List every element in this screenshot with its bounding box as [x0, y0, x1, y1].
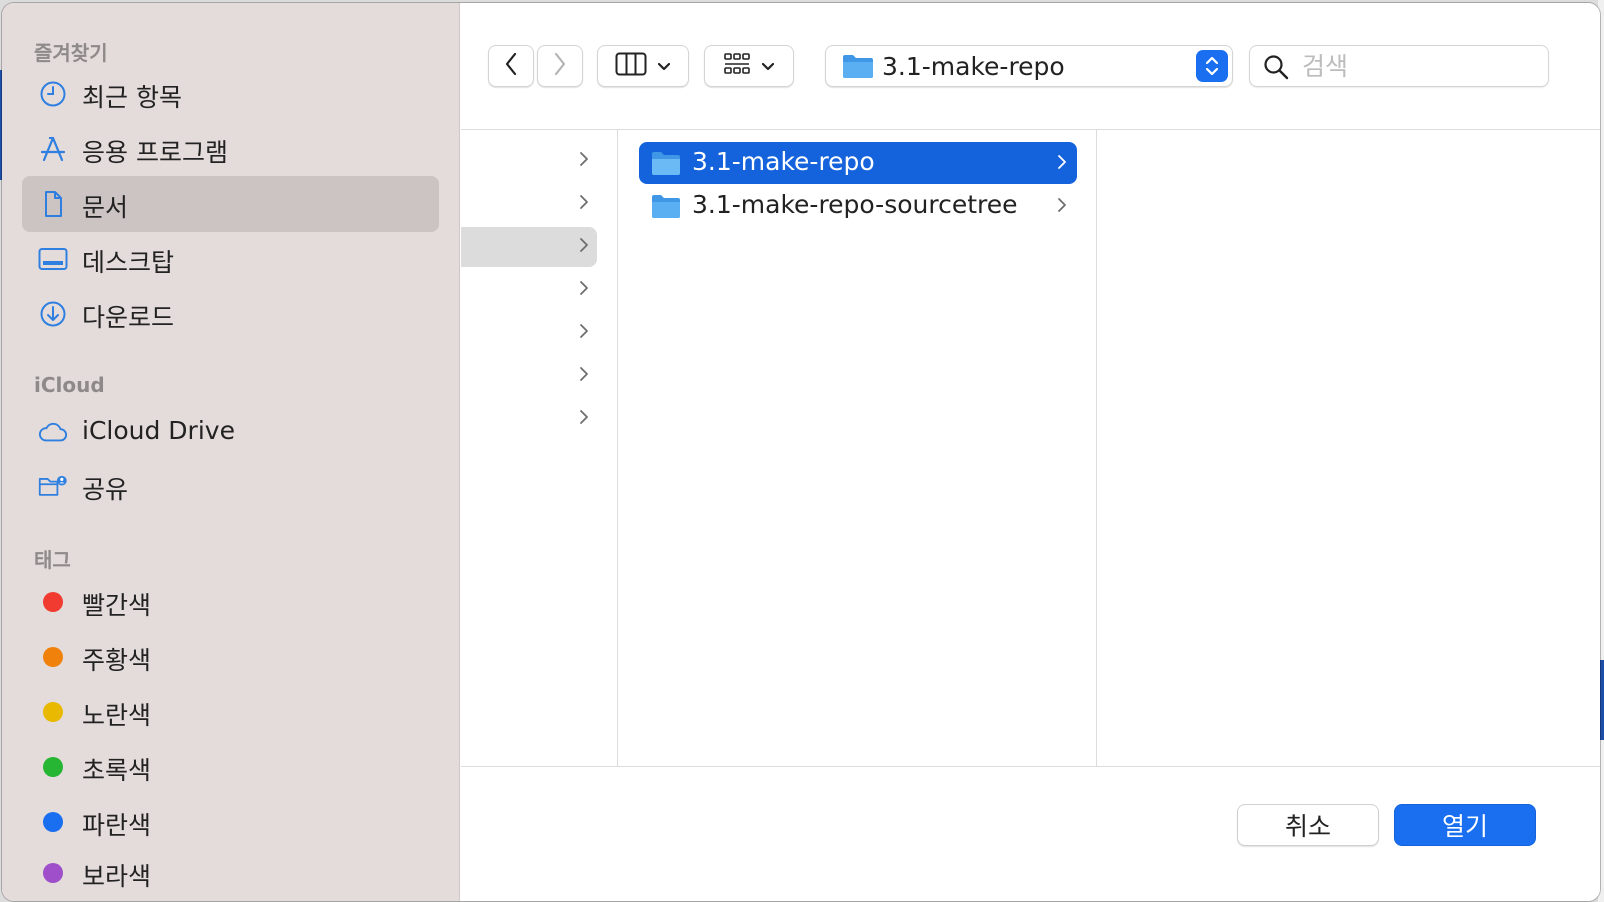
sidebar-item-label: 문서 — [82, 193, 129, 222]
folder-name: 3.1-make-repo — [692, 147, 875, 176]
list-item[interactable] — [461, 184, 597, 224]
chevron-right-icon — [1057, 154, 1067, 174]
grid-icon — [723, 52, 751, 80]
cancel-button[interactable]: 취소 — [1237, 804, 1379, 846]
tag-dot-icon — [43, 592, 63, 612]
chevron-right-icon — [579, 237, 589, 257]
sidebar-item-applications[interactable]: 응용 프로그램 — [22, 121, 439, 177]
columns-view-icon — [615, 52, 647, 80]
sidebar-tag-green[interactable]: 초록색 — [22, 739, 439, 795]
sidebar-item-label: 공유 — [82, 475, 129, 504]
desktop-icon — [38, 245, 68, 273]
clock-icon — [38, 80, 68, 108]
folder-icon — [842, 53, 874, 83]
list-item-selected-parent[interactable] — [461, 227, 597, 267]
back-button[interactable] — [488, 45, 534, 87]
sidebar-item-label: 빨간색 — [82, 591, 152, 620]
list-item[interactable] — [461, 399, 597, 439]
toolbar: 3.1-make-repo — [461, 3, 1600, 130]
path-popup-button[interactable]: 3.1-make-repo — [825, 45, 1233, 87]
sidebar-item-label: 최근 항목 — [82, 83, 182, 112]
sidebar-item-label: 노란색 — [82, 701, 152, 730]
tag-dot-icon — [43, 812, 63, 832]
folder-icon — [651, 150, 681, 180]
sidebar-item-shared[interactable]: 공유 — [22, 458, 439, 514]
download-icon — [38, 300, 68, 328]
sidebar-item-label: 데스크탑 — [82, 248, 175, 277]
forward-button[interactable] — [537, 45, 583, 87]
document-icon — [38, 190, 68, 218]
list-item[interactable] — [461, 313, 597, 353]
folder-row-make-repo-sourcetree[interactable]: 3.1-make-repo-sourcetree — [639, 185, 1077, 227]
view-mode-button[interactable] — [597, 45, 689, 87]
group-by-button[interactable] — [704, 45, 794, 87]
search-input[interactable] — [1302, 51, 1538, 81]
column-current: 3.1-make-repo 3.1-make-repo-sourcetree — [619, 130, 1097, 766]
tag-dot-icon — [43, 647, 63, 667]
applications-icon — [38, 135, 68, 163]
sidebar-item-label: 응용 프로그램 — [82, 138, 228, 167]
folder-row-make-repo[interactable]: 3.1-make-repo — [639, 142, 1077, 184]
sidebar-tag-red[interactable]: 빨간색 — [22, 574, 439, 630]
chevron-right-icon — [579, 194, 589, 214]
open-file-dialog: 즐겨찾기 최근 항목 응용 프로그램 문서 데스크탑 다운로드 iCloud i… — [2, 3, 1600, 901]
path-label: 3.1-make-repo — [882, 52, 1065, 81]
open-button[interactable]: 열기 — [1394, 804, 1536, 846]
folder-icon — [651, 193, 681, 223]
updown-chevron-icon — [1196, 50, 1228, 82]
sidebar-item-icloud-drive[interactable]: iCloud Drive — [22, 404, 439, 460]
sidebar-section-favorites: 즐겨찾기 — [34, 41, 108, 65]
sidebar-item-label: 초록색 — [82, 756, 152, 785]
sidebar-item-label: 다운로드 — [82, 303, 175, 332]
sidebar-item-downloads[interactable]: 다운로드 — [22, 286, 439, 342]
shared-folder-icon — [38, 472, 68, 500]
sidebar-tag-purple[interactable]: 보라색 — [22, 845, 439, 901]
sidebar-item-recents[interactable]: 최근 항목 — [22, 66, 439, 122]
sidebar: 즐겨찾기 최근 항목 응용 프로그램 문서 데스크탑 다운로드 iCloud i… — [2, 3, 460, 901]
folder-name: 3.1-make-repo-sourcetree — [692, 190, 1018, 219]
dialog-footer: 취소 열기 — [461, 766, 1600, 901]
sidebar-item-label: iCloud Drive — [82, 416, 235, 445]
search-field[interactable] — [1249, 45, 1549, 87]
sidebar-item-documents[interactable]: 문서 — [22, 176, 439, 232]
chevron-right-icon — [579, 151, 589, 171]
sidebar-item-label: 파란색 — [82, 811, 152, 840]
chevron-right-icon — [579, 280, 589, 300]
chevron-right-icon — [553, 52, 567, 80]
chevron-left-icon — [504, 52, 518, 80]
column-preview — [1098, 130, 1600, 766]
cloud-icon — [38, 418, 68, 446]
sidebar-item-label: 주황색 — [82, 646, 152, 675]
list-item[interactable] — [461, 356, 597, 396]
tag-dot-icon — [43, 863, 63, 883]
sidebar-section-icloud: iCloud — [34, 373, 105, 397]
list-item[interactable] — [461, 141, 597, 181]
tag-dot-icon — [43, 757, 63, 777]
chevron-down-icon — [657, 57, 671, 76]
sidebar-tag-blue[interactable]: 파란색 — [22, 794, 439, 850]
sidebar-tag-orange[interactable]: 주황색 — [22, 629, 439, 685]
sidebar-section-tags: 태그 — [34, 548, 71, 572]
chevron-down-icon — [761, 57, 775, 76]
chevron-right-icon — [579, 323, 589, 343]
search-icon — [1263, 54, 1289, 84]
sidebar-item-desktop[interactable]: 데스크탑 — [22, 231, 439, 287]
chevron-right-icon — [579, 366, 589, 386]
column-parent — [461, 130, 618, 766]
sidebar-item-label: 보라색 — [82, 862, 152, 891]
column-browser: 3.1-make-repo 3.1-make-repo-sourcetree — [461, 130, 1600, 766]
tag-dot-icon — [43, 702, 63, 722]
chevron-right-icon — [1057, 197, 1067, 217]
chevron-right-icon — [579, 409, 589, 429]
sidebar-tag-yellow[interactable]: 노란색 — [22, 684, 439, 740]
list-item[interactable] — [461, 270, 597, 310]
